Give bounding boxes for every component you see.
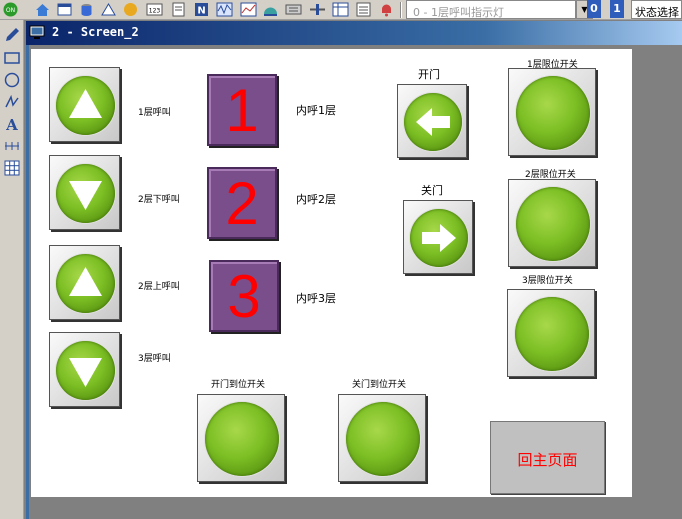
call-1-button[interactable] xyxy=(49,67,120,142)
inner-call-2-label: 内呼2层 xyxy=(296,193,336,206)
scale-icon[interactable] xyxy=(3,137,21,155)
open-limit-lamp xyxy=(205,402,279,476)
waveform-icon[interactable] xyxy=(216,1,233,18)
open-limit-switch[interactable] xyxy=(197,394,285,482)
call-2-up-button[interactable] xyxy=(49,245,120,320)
window-title: 2 - Screen_2 xyxy=(52,25,139,39)
svg-text:123: 123 xyxy=(149,8,161,15)
call-1-lamp xyxy=(56,76,115,135)
window-title-bar[interactable]: 2 - Screen_2 xyxy=(26,21,682,45)
inner-call-3-label: 内呼3层 xyxy=(296,292,336,305)
inner-call-1-label: 内呼1层 xyxy=(296,104,336,117)
drawing-palette: A xyxy=(0,20,24,519)
close-door-lamp xyxy=(410,209,468,267)
limit-3-switch[interactable] xyxy=(507,289,595,377)
arrow-up-icon xyxy=(69,267,102,296)
inner-call-3-button[interactable]: 3 xyxy=(209,260,279,332)
slider-icon[interactable] xyxy=(309,1,326,18)
open-door-lamp xyxy=(404,93,462,151)
circle-icon[interactable] xyxy=(3,71,21,89)
arrow-down-icon xyxy=(69,181,102,210)
state-1-button[interactable]: 1 xyxy=(610,0,624,18)
bell-icon[interactable] xyxy=(378,1,395,18)
limit-2-switch[interactable] xyxy=(508,179,596,267)
close-limit-label: 关门到位开关 xyxy=(352,380,407,390)
call-3-lamp xyxy=(56,341,115,400)
arrow-down-icon xyxy=(69,358,102,387)
call-3-label: 3层呼叫 xyxy=(138,354,171,364)
call-2-down-lamp xyxy=(56,164,115,223)
arrow-left-icon xyxy=(416,108,450,136)
svg-text:N: N xyxy=(197,6,205,17)
polyline-icon[interactable] xyxy=(3,93,21,111)
limit-1-lamp xyxy=(516,76,590,150)
close-limit-switch[interactable] xyxy=(338,394,426,482)
call-2-up-label: 2层上呼叫 xyxy=(138,282,180,292)
rectangle-icon[interactable] xyxy=(3,49,21,67)
toolbar: ON 123 N 0 - 1层呼叫指示灯 ▼ 0 1 状态选择 xyxy=(0,0,682,20)
close-door-button[interactable] xyxy=(403,200,473,274)
arrow-right-icon xyxy=(422,224,456,252)
call-1-label: 1层呼叫 xyxy=(138,108,171,118)
on-icon[interactable]: ON xyxy=(2,1,19,18)
open-door-button[interactable] xyxy=(397,84,467,158)
arrow-up-icon xyxy=(69,89,102,118)
pencil-icon[interactable] xyxy=(3,26,21,44)
table-icon[interactable] xyxy=(332,1,349,18)
svg-text:A: A xyxy=(5,116,18,133)
document-icon[interactable] xyxy=(170,1,187,18)
list-icon[interactable] xyxy=(355,1,372,18)
call-2-down-button[interactable] xyxy=(49,155,120,230)
return-main-button[interactable]: 回主页面 xyxy=(490,421,605,494)
triangle-icon[interactable] xyxy=(100,1,117,18)
limit-3-label: 3层限位开关 xyxy=(522,276,573,286)
close-door-label: 关门 xyxy=(421,184,443,197)
numeric-icon[interactable]: 123 xyxy=(146,1,163,18)
floor-number-2: 2 xyxy=(225,170,259,237)
return-main-label: 回主页面 xyxy=(517,451,578,469)
close-limit-lamp xyxy=(346,402,420,476)
state-0-button[interactable]: 0 xyxy=(587,0,601,18)
n-icon[interactable]: N xyxy=(193,1,210,18)
state-select[interactable]: 状态选择 xyxy=(631,0,682,19)
dome-icon[interactable] xyxy=(262,1,279,18)
call-3-button[interactable] xyxy=(49,332,120,407)
call-2-down-label: 2层下呼叫 xyxy=(138,195,180,205)
home-icon[interactable] xyxy=(34,1,51,18)
grid-icon[interactable] xyxy=(3,159,21,177)
text-icon[interactable]: A xyxy=(3,115,21,133)
floor-number-1: 1 xyxy=(225,77,259,144)
chart-icon[interactable] xyxy=(240,1,257,18)
drum-icon[interactable] xyxy=(78,1,95,18)
limit-3-lamp xyxy=(515,297,589,371)
monitor-icon xyxy=(29,25,45,40)
open-door-label: 开门 xyxy=(418,68,440,81)
limit-2-lamp xyxy=(516,187,590,261)
inner-call-1-button[interactable]: 1 xyxy=(207,74,277,146)
lamp-icon[interactable] xyxy=(122,1,139,18)
open-limit-label: 开门到位开关 xyxy=(211,380,266,390)
object-selector[interactable]: 0 - 1层呼叫指示灯 xyxy=(406,0,576,19)
window-icon[interactable] xyxy=(56,1,73,18)
inner-call-2-button[interactable]: 2 xyxy=(207,167,277,239)
toolbar-separator xyxy=(400,2,402,18)
floor-number-3: 3 xyxy=(227,263,261,330)
svg-text:ON: ON xyxy=(6,7,15,14)
call-2-up-lamp xyxy=(56,254,115,313)
keypad-icon[interactable] xyxy=(285,1,302,18)
limit-1-switch[interactable] xyxy=(508,68,596,156)
